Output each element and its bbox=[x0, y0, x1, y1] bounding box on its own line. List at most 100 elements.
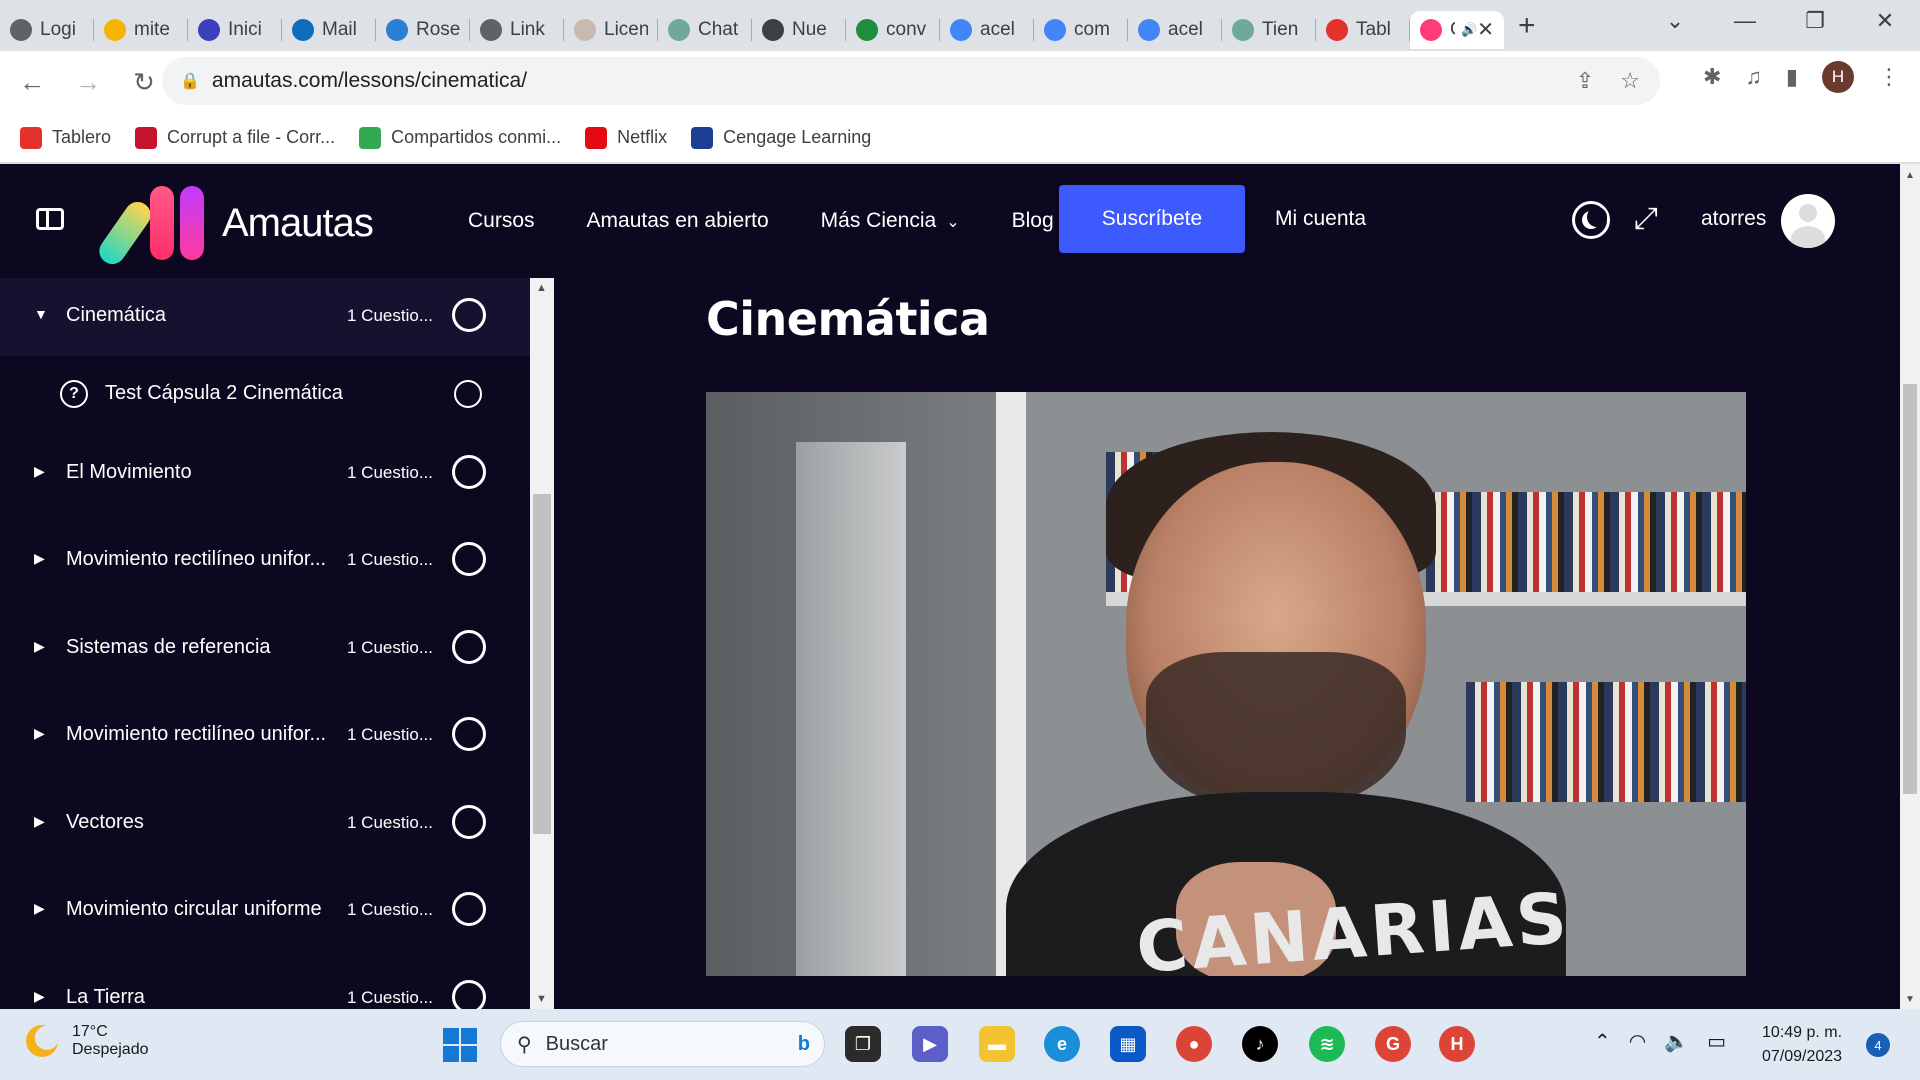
page-scrollbar[interactable]: ▲ ▼ bbox=[1900, 164, 1920, 1009]
browser-tab[interactable]: Link bbox=[470, 11, 564, 49]
reload-button[interactable]: ↻ bbox=[120, 67, 168, 98]
bookmark-item[interactable]: Netflix bbox=[585, 126, 667, 149]
weather-widget[interactable]: 17°C Despejado bbox=[26, 1023, 149, 1059]
sidebar-item[interactable]: ▶ Vectores 1 Cuestio... bbox=[0, 785, 530, 863]
share-icon[interactable]: ⇪ bbox=[1576, 68, 1594, 94]
amautas-logo[interactable]: Amautas bbox=[94, 186, 374, 270]
page-scroll-down-icon[interactable]: ▼ bbox=[1905, 994, 1915, 1005]
side-panel-icon[interactable]: ▮ bbox=[1786, 64, 1798, 90]
tab-label: conv bbox=[886, 18, 927, 40]
notification-badge[interactable]: 4 bbox=[1866, 1033, 1890, 1057]
new-tab-button[interactable]: + bbox=[1518, 9, 1536, 43]
browser-tab[interactable]: Tien bbox=[1222, 11, 1316, 49]
caret-right-icon[interactable]: ▶ bbox=[34, 638, 45, 655]
caret-down-icon[interactable]: ▼ bbox=[34, 306, 48, 322]
forward-button[interactable]: → bbox=[64, 67, 112, 98]
browser-tab[interactable]: Chat bbox=[658, 11, 752, 49]
caret-right-icon[interactable]: ▶ bbox=[34, 988, 45, 1005]
chevron-up-icon[interactable]: ⌃ bbox=[1594, 1029, 1611, 1054]
sidebar-item[interactable]: ▶ Movimiento rectilíneo unifor... 1 Cuesti… bbox=[0, 697, 530, 775]
sidebar-toggle-icon[interactable] bbox=[36, 208, 64, 230]
close-tab-icon[interactable]: ✕ bbox=[1477, 17, 1494, 42]
date: 07/09/2023 bbox=[1762, 1048, 1843, 1065]
subscribe-button[interactable]: Suscríbete bbox=[1059, 185, 1245, 253]
audio-playing-icon[interactable]: 🔊 bbox=[1461, 22, 1477, 38]
tab-label: Chat bbox=[698, 18, 739, 40]
nav-cursos[interactable]: Cursos bbox=[468, 209, 535, 233]
tiktok-icon[interactable]: ♪ bbox=[1242, 1026, 1278, 1062]
sidebar-scroll-thumb[interactable] bbox=[533, 494, 551, 834]
browser-tab[interactable]: Mail bbox=[282, 11, 376, 49]
lesson-video[interactable]: CANARIAS bbox=[706, 392, 1746, 976]
chrome-profile-g-icon[interactable]: G bbox=[1375, 1026, 1411, 1062]
chrome-icon[interactable]: ● bbox=[1176, 1026, 1212, 1062]
fullscreen-icon[interactable]: ⤢ bbox=[1634, 202, 1658, 236]
volume-icon[interactable]: 🔈 bbox=[1664, 1029, 1689, 1054]
caret-right-icon[interactable]: ▶ bbox=[34, 725, 45, 742]
sidebar-item[interactable]: ▶ Sistemas de referencia 1 Cuestio... bbox=[0, 610, 530, 688]
nav-mas-ciencia[interactable]: Más Ciencia ⌄ bbox=[821, 209, 960, 233]
caret-right-icon[interactable]: ▶ bbox=[34, 813, 45, 830]
browser-tab[interactable]: acel bbox=[1128, 11, 1222, 49]
sidebar-item[interactable]: ▼ Cinemática 1 Cuestio... bbox=[0, 278, 530, 356]
minimize-button[interactable]: — bbox=[1710, 8, 1780, 34]
browser-tab[interactable]: conv bbox=[846, 11, 940, 49]
sidebar-scrollbar[interactable]: ▲ ▼ bbox=[530, 278, 554, 1009]
browser-tab[interactable]: Tabl bbox=[1316, 11, 1410, 49]
tab-search-icon[interactable]: ⌄ bbox=[1640, 8, 1710, 34]
browser-tab[interactable]: com bbox=[1034, 11, 1128, 49]
my-account-link[interactable]: Mi cuenta bbox=[1275, 207, 1366, 231]
wifi-icon[interactable]: ◠ bbox=[1629, 1029, 1646, 1054]
browser-tab[interactable]: Inici bbox=[188, 11, 282, 49]
profile-avatar[interactable]: H bbox=[1822, 61, 1854, 93]
bookmark-star-icon[interactable]: ☆ bbox=[1620, 68, 1640, 94]
dark-mode-icon[interactable] bbox=[1572, 201, 1610, 239]
address-bar[interactable]: 🔒 amautas.com/lessons/cinematica/ ⇪ ☆ bbox=[162, 57, 1660, 105]
sidebar-item[interactable]: ▶ El Movimiento 1 Cuestio... bbox=[0, 435, 530, 513]
caret-right-icon[interactable]: ▶ bbox=[34, 463, 45, 480]
task-view-icon[interactable]: ❐ bbox=[845, 1026, 881, 1062]
browser-tab[interactable]: Ci 🔊✕ bbox=[1410, 10, 1504, 49]
caret-right-icon[interactable]: ▶ bbox=[34, 550, 45, 567]
store-icon[interactable]: ▦ bbox=[1110, 1026, 1146, 1062]
restore-button[interactable]: ❐ bbox=[1780, 8, 1850, 34]
battery-icon[interactable]: ▭ bbox=[1707, 1029, 1726, 1054]
clock[interactable]: 10:49 p. m. 07/09/2023 bbox=[1762, 1021, 1842, 1069]
close-window-button[interactable]: ✕ bbox=[1850, 8, 1920, 34]
bookmark-item[interactable]: Compartidos conmi... bbox=[359, 126, 561, 149]
teams-icon[interactable]: ▶ bbox=[912, 1026, 948, 1062]
caret-right-icon[interactable]: ▶ bbox=[34, 900, 45, 917]
start-button[interactable] bbox=[443, 1028, 477, 1062]
sidebar-item[interactable]: ▶ Movimiento circular uniforme 1 Cuestio..… bbox=[0, 872, 530, 950]
taskbar-search[interactable]: ⚲ Buscar b bbox=[500, 1021, 825, 1067]
edge-icon[interactable]: e bbox=[1044, 1026, 1080, 1062]
media-control-icon[interactable]: ♫ bbox=[1745, 64, 1762, 90]
browser-tab[interactable]: Nue bbox=[752, 11, 846, 49]
menu-kebab-icon[interactable]: ⋮ bbox=[1878, 64, 1900, 90]
sidebar-subitem[interactable]: ? Test Cápsula 2 Cinemática bbox=[0, 356, 530, 434]
sidebar-item[interactable]: ▶ La Tierra 1 Cuestio... bbox=[0, 960, 530, 1009]
page-scroll-up-icon[interactable]: ▲ bbox=[1905, 170, 1915, 181]
extensions-icon[interactable]: ✱ bbox=[1703, 64, 1721, 90]
back-button[interactable]: ← bbox=[8, 67, 56, 98]
scroll-up-icon[interactable]: ▲ bbox=[536, 282, 547, 294]
file-explorer-icon[interactable]: ▬ bbox=[979, 1026, 1015, 1062]
chrome-profile-h-icon[interactable]: H bbox=[1439, 1026, 1475, 1062]
browser-tab[interactable]: acel bbox=[940, 11, 1034, 49]
browser-tab[interactable]: Rose bbox=[376, 11, 470, 49]
username[interactable]: atorres bbox=[1701, 207, 1766, 231]
bookmark-item[interactable]: Cengage Learning bbox=[691, 126, 871, 149]
bing-icon[interactable]: b bbox=[798, 1033, 810, 1056]
bookmark-item[interactable]: Tablero bbox=[20, 126, 111, 149]
bookmark-item[interactable]: Corrupt a file - Corr... bbox=[135, 126, 335, 149]
nav-amautas-en-abierto[interactable]: Amautas en abierto bbox=[587, 209, 769, 233]
scroll-down-icon[interactable]: ▼ bbox=[536, 993, 547, 1005]
browser-tab[interactable]: Logi bbox=[0, 11, 94, 49]
spotify-icon[interactable]: ≋ bbox=[1309, 1026, 1345, 1062]
sidebar-item[interactable]: ▶ Movimiento rectilíneo unifor... 1 Cuesti… bbox=[0, 522, 530, 600]
browser-tab[interactable]: mite bbox=[94, 11, 188, 49]
nav-blog[interactable]: Blog bbox=[1012, 209, 1054, 233]
user-avatar[interactable] bbox=[1781, 194, 1835, 248]
page-scroll-thumb[interactable] bbox=[1903, 384, 1917, 794]
browser-tab[interactable]: Licen bbox=[564, 11, 658, 49]
